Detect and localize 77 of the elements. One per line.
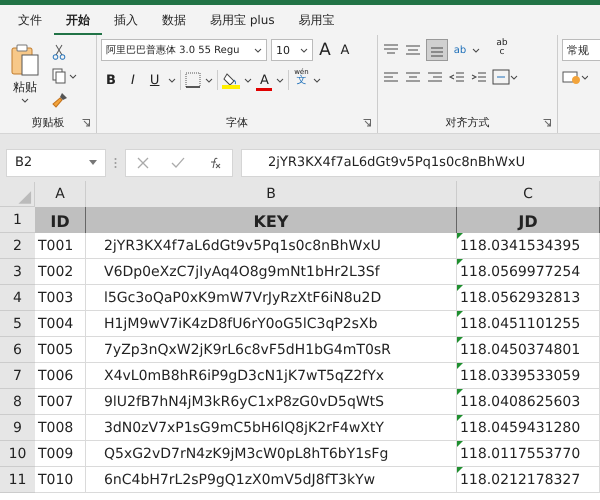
paste-button[interactable]: 粘贴 <box>4 39 46 111</box>
merge-cells-icon[interactable] <box>492 69 518 85</box>
group-label: 对齐方式 <box>446 114 490 130</box>
dialog-launcher-icon[interactable] <box>82 119 90 127</box>
table-cell: 6nC4bH7rL2sP9gQ1zX0mV5dJ8fT3kYw <box>86 467 457 493</box>
table-cell: 2jYR3KX4f7aL6dGt9v5Pq1s0c8nBhWxU <box>86 233 457 259</box>
table-cell: T002 <box>35 259 86 285</box>
caret-icon[interactable] <box>21 98 29 103</box>
table-cell: 118.0117553770 <box>457 441 600 467</box>
table-cell: l5Gc3oQaP0xK9mW7VrJyRzXtF6iN8u2D <box>86 285 457 311</box>
decrease-font-button[interactable]: A <box>337 39 353 61</box>
group-label: 字体 <box>226 114 248 130</box>
table-cell: 118.0341534395 <box>457 233 600 259</box>
fill-bucket-icon[interactable] <box>222 71 240 89</box>
table-cell: 118.0562932813 <box>457 285 600 311</box>
paintbrush-icon[interactable] <box>52 92 68 108</box>
table-cell: T008 <box>35 415 86 441</box>
ribbon-tab[interactable]: 文件 <box>6 5 54 35</box>
ribbon-tab[interactable]: 开始 <box>54 5 102 35</box>
caret-icon[interactable] <box>244 78 252 82</box>
font-style-button[interactable]: U <box>144 69 164 91</box>
font-style-button[interactable]: B <box>101 69 121 91</box>
table-cell: 118.0212178327 <box>457 467 600 493</box>
font-name-dropdown[interactable]: 阿里巴巴普惠体 3.0 55 Regu <box>101 39 267 61</box>
borders-icon[interactable] <box>185 72 202 88</box>
table-cell: T003 <box>35 285 86 311</box>
ribbon-tab[interactable]: 易用宝 plus <box>198 5 287 35</box>
table-cell: 118.0451101255 <box>457 311 600 337</box>
copy-icon[interactable] <box>52 68 78 84</box>
caret-icon[interactable] <box>276 78 284 82</box>
enter-check-icon[interactable] <box>171 156 185 168</box>
table-cell: Q5xG2vD7rN4zK9jM3cW0pL8hT6bY1sFg <box>86 441 457 467</box>
grip-icon[interactable] <box>114 156 117 168</box>
table-cell: 7yZp3nQxW2jK9rL6c8vF5dH1bG4mT0sR <box>86 337 457 363</box>
table-cell: 118.0459431280 <box>457 415 600 441</box>
caret-icon[interactable] <box>313 78 322 82</box>
table-cell: X4vL0mB8hR6iP9gD3cN1jK7wT5qZ2fYx <box>86 363 457 389</box>
caret-icon[interactable] <box>254 48 262 52</box>
table-cell: T007 <box>35 389 86 415</box>
group-label: 剪贴板 <box>32 114 64 130</box>
wrap-text-button[interactable]: ab c <box>494 39 510 61</box>
increase-font-button[interactable]: A <box>317 39 333 61</box>
font-style-button[interactable]: I <box>124 69 141 91</box>
caret-icon[interactable] <box>205 78 214 82</box>
table-cell: 118.0339533059 <box>457 363 600 389</box>
caret-icon[interactable] <box>168 78 176 82</box>
table-cell: T005 <box>35 337 86 363</box>
ribbon-tab[interactable]: 易用宝 <box>286 5 347 35</box>
formula-input-field[interactable]: 2jYR3KX4f7aL6dGt9v5Pq1s0c8nBhWxU <box>241 148 600 176</box>
clipboard-icon[interactable] <box>10 43 40 77</box>
orientation-button[interactable]: ab <box>452 39 468 61</box>
align-bottom-icon[interactable] <box>426 39 448 61</box>
table-cell: V6Dp0eXzC7jIyAq4O8g9mNt1bHr2L3Sf <box>86 259 457 285</box>
dialog-launcher-icon[interactable] <box>363 119 371 127</box>
ribbon-tab[interactable]: 数据 <box>150 5 198 35</box>
table-cell: T010 <box>35 467 86 493</box>
caret-icon[interactable] <box>300 48 308 52</box>
table-cell: 118.0450374801 <box>457 337 600 363</box>
font-size-dropdown[interactable]: 10 <box>271 39 313 61</box>
table-cell: T009 <box>35 441 86 467</box>
currency-icon[interactable] <box>562 69 588 85</box>
table-cell: 9lU2fB7hN4jM3kR6yC1xP8zG0vD5qWtS <box>86 389 457 415</box>
caret-icon[interactable] <box>89 160 97 165</box>
table-cell: T004 <box>35 311 86 337</box>
number-format-dropdown[interactable]: 常规 <box>562 39 600 61</box>
scissors-icon[interactable] <box>52 44 66 60</box>
dialog-launcher-icon[interactable] <box>543 119 551 127</box>
name-box[interactable]: B2 <box>6 148 106 176</box>
table-cell: 3dN0zV7xP1sG9mC5bH6lQ8jK2rF4wXtY <box>86 415 457 441</box>
table-cell: T001 <box>35 233 86 259</box>
font-color-button[interactable]: A <box>256 69 272 91</box>
ribbon-tab[interactable]: 插入 <box>102 5 150 35</box>
table-cell: 118.0408625603 <box>457 389 600 415</box>
table-cell: T006 <box>35 363 86 389</box>
table-cell: H1jM9wV7iK4zD8fU6rY0oG5lC3qP2sXb <box>86 311 457 337</box>
table-cell: 118.0569977254 <box>457 259 600 285</box>
caret-icon[interactable] <box>472 48 480 52</box>
